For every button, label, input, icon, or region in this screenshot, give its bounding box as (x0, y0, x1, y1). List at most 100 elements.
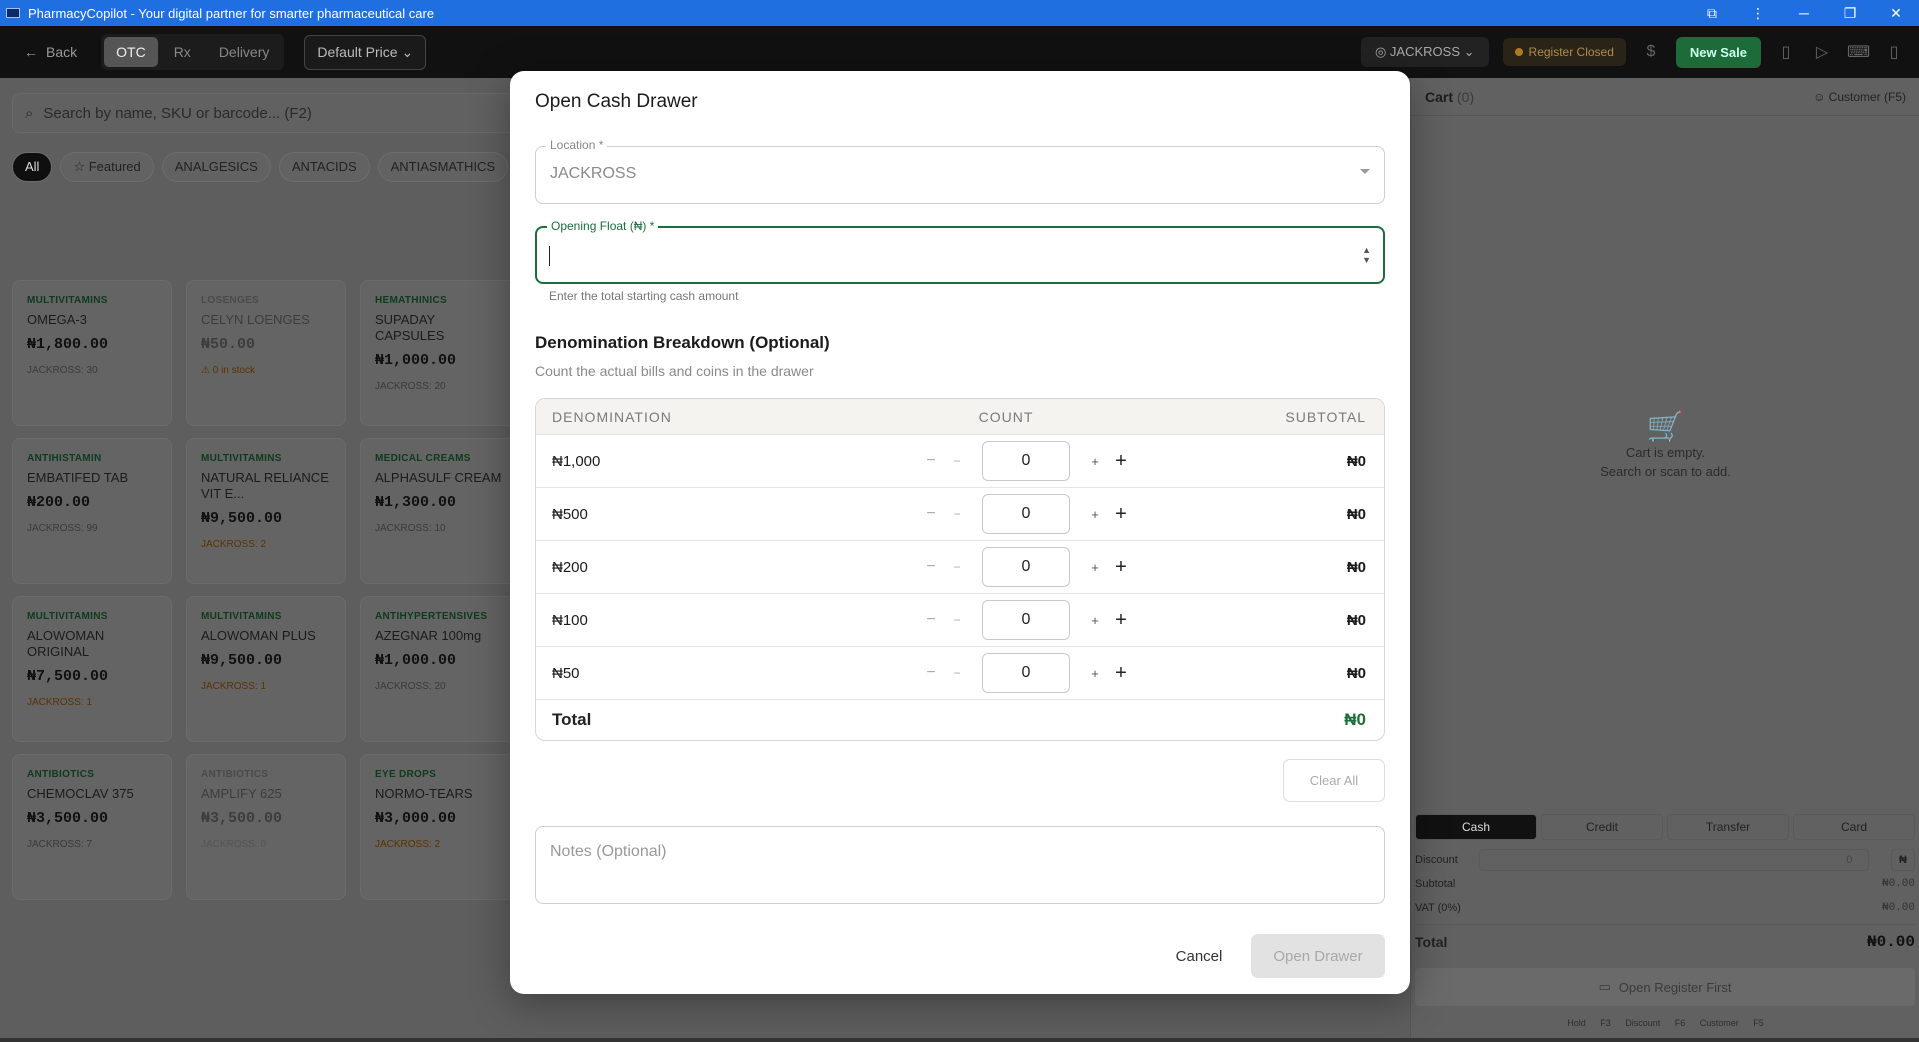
tab-otc[interactable]: OTC (104, 37, 158, 67)
payment-tab-transfer[interactable]: Transfer (1667, 814, 1789, 840)
opening-float-helper: Enter the total starting cash amount (549, 289, 739, 303)
pause-icon[interactable]: ▯ (1775, 42, 1797, 62)
decrement-ten-button[interactable]: − (916, 452, 946, 470)
category-chip[interactable]: All (12, 152, 53, 182)
discount-currency-toggle[interactable]: ₦ (1890, 849, 1915, 871)
category-chip[interactable]: ANTIASMATHICS (377, 152, 509, 182)
tab-rx[interactable]: Rx (162, 37, 203, 67)
product-stock: ⚠ 0 in stock (201, 365, 255, 376)
increment-ten-button[interactable]: + (1106, 609, 1136, 632)
discount-input[interactable]: 0 (1479, 849, 1870, 871)
increment-button[interactable]: + (1084, 613, 1106, 628)
increment-ten-button[interactable]: + (1106, 556, 1136, 579)
decrement-button[interactable]: − (946, 666, 968, 680)
product-category: ANTIHISTAMIN (27, 453, 102, 464)
decrement-button[interactable]: − (946, 613, 968, 627)
product-category: ANTIBIOTICS (201, 769, 269, 780)
increment-ten-button[interactable]: + (1106, 662, 1136, 685)
decrement-button[interactable]: − (946, 560, 968, 574)
decrement-ten-button[interactable]: − (916, 664, 946, 682)
denomination-section-title: Denomination Breakdown (Optional) (535, 333, 830, 352)
product-card[interactable]: ANTIHYPERTENSIVES AZEGNAR 100mg ₦1,000.0… (360, 596, 520, 742)
column-header-count: COUNT (978, 408, 1034, 425)
number-spinner-icon[interactable]: ▲ ▼ (1362, 245, 1371, 265)
table-row: ₦1,000 − − 0 + + ₦0 (536, 435, 1384, 488)
maximize-button[interactable]: ❐ (1827, 0, 1873, 26)
product-card[interactable]: ANTIBIOTICS AMPLIFY 625 ₦3,500.00 JACKRO… (186, 754, 346, 900)
product-card[interactable]: ANTIBIOTICS CHEMOCLAV 375 ₦3,500.00 JACK… (12, 754, 172, 900)
quantity-stepper: − − 0 + + (896, 441, 1156, 481)
location-field-label: Location * (546, 138, 608, 152)
product-card[interactable]: EYE DROPS NORMO-TEARS ₦3,000.00 JACKROSS… (360, 754, 520, 900)
product-name: CHEMOCLAV 375 (27, 786, 134, 801)
product-category: MULTIVITAMINS (27, 611, 108, 622)
product-name: EMBATIFED TAB (27, 470, 129, 485)
customer-button[interactable]: ☺ Customer (F5) (1813, 90, 1906, 104)
row-subtotal: ₦0 (1346, 558, 1366, 576)
tab-delivery[interactable]: Delivery (207, 37, 282, 67)
product-name: OMEGA-3 (27, 312, 87, 327)
payment-tab-cash[interactable]: Cash (1415, 814, 1537, 840)
clear-all-button[interactable]: Clear All (1283, 759, 1385, 802)
open-register-first-button[interactable]: ▭ Open Register First (1415, 968, 1915, 1006)
count-input[interactable]: 0 (982, 441, 1070, 481)
location-value: JACKROSS (1389, 44, 1460, 59)
count-input[interactable]: 0 (982, 547, 1070, 587)
decrement-button[interactable]: − (946, 507, 968, 521)
category-chip[interactable]: ANALGESICS (161, 152, 271, 182)
location-select[interactable]: Location * JACKROSS (535, 138, 1385, 204)
more-menu-icon[interactable]: ⋮ (1735, 0, 1781, 26)
keyboard-icon[interactable]: ⌨ (1847, 42, 1870, 62)
increment-button[interactable]: + (1084, 454, 1106, 469)
new-sale-button[interactable]: New Sale (1675, 36, 1761, 68)
location-selector[interactable]: ◎ JACKROSS ⌄ (1360, 37, 1489, 67)
count-input[interactable]: 0 (982, 600, 1070, 640)
product-card[interactable]: MULTIVITAMINS ALOWOMAN PLUS ₦9,500.00 JA… (186, 596, 346, 742)
product-stock: JACKROSS: 99 (27, 523, 98, 534)
decrement-ten-button[interactable]: − (916, 558, 946, 576)
extensions-icon[interactable]: ⧉ (1689, 0, 1735, 26)
product-card[interactable]: ANTIHISTAMIN EMBATIFED TAB ₦200.00 JACKR… (12, 438, 172, 584)
decrement-button[interactable]: − (946, 454, 968, 468)
increment-button[interactable]: + (1084, 507, 1106, 522)
price-mode-select[interactable]: Default Price ⌄ (304, 34, 427, 70)
increment-button[interactable]: + (1084, 560, 1106, 575)
register-status-badge[interactable]: Register Closed (1502, 38, 1626, 66)
payment-tab-card[interactable]: Card (1793, 814, 1915, 840)
product-stock: JACKROSS: 1 (27, 697, 93, 708)
sidebar-icon[interactable]: ▯ (1883, 42, 1905, 62)
product-name: NATURAL RELIANCE VIT E... (201, 470, 329, 501)
category-chip[interactable]: ☆ Featured (60, 152, 154, 182)
close-window-button[interactable]: ✕ (1873, 0, 1919, 26)
product-category: MULTIVITAMINS (27, 295, 108, 306)
dollar-icon[interactable]: $ (1640, 43, 1662, 61)
minimize-button[interactable]: ─ (1781, 0, 1827, 26)
back-button[interactable]: ← Back (14, 38, 87, 66)
increment-button[interactable]: + (1084, 666, 1106, 681)
product-card[interactable]: MULTIVITAMINS OMEGA-3 ₦1,800.00 JACKROSS… (12, 280, 172, 426)
search-icon: ⌕ (25, 104, 34, 122)
count-input[interactable]: 0 (982, 494, 1070, 534)
increment-ten-button[interactable]: + (1106, 450, 1136, 473)
decrement-ten-button[interactable]: − (916, 505, 946, 523)
notes-textarea[interactable]: Notes (Optional) (535, 826, 1385, 904)
product-card[interactable]: MULTIVITAMINS ALOWOMAN ORIGINAL ₦7,500.0… (12, 596, 172, 742)
product-card[interactable]: HEMATHINICS SUPADAY CAPSULES ₦1,000.00 J… (360, 280, 520, 426)
product-card[interactable]: MEDICAL CREAMS ALPHASULF CREAM ₦1,300.00… (360, 438, 520, 584)
category-chip[interactable]: ANTACIDS (278, 152, 370, 182)
subtotal-label: Subtotal (1415, 878, 1456, 890)
product-price: ₦3,500.00 (27, 810, 109, 827)
table-row: ₦50 − − 0 + + ₦0 (536, 647, 1384, 700)
decrement-ten-button[interactable]: − (916, 611, 946, 629)
play-icon[interactable]: ▷ (1811, 42, 1833, 62)
product-search-input[interactable]: ⌕ Search by name, SKU or barcode... (F2) (12, 93, 572, 133)
table-row: ₦100 − − 0 + + ₦0 (536, 594, 1384, 647)
opening-float-input[interactable]: Opening Float (₦) * ▲ ▼ (535, 219, 1385, 284)
count-input[interactable]: 0 (982, 653, 1070, 693)
open-drawer-button[interactable]: Open Drawer (1251, 934, 1385, 978)
increment-ten-button[interactable]: + (1106, 503, 1136, 526)
cancel-button[interactable]: Cancel (1165, 934, 1233, 978)
product-card[interactable]: LOSENGES CELYN LOENGES ₦50.00 ⚠ 0 in sto… (186, 280, 346, 426)
payment-tab-credit[interactable]: Credit (1541, 814, 1663, 840)
product-card[interactable]: MULTIVITAMINS NATURAL RELIANCE VIT E... … (186, 438, 346, 584)
